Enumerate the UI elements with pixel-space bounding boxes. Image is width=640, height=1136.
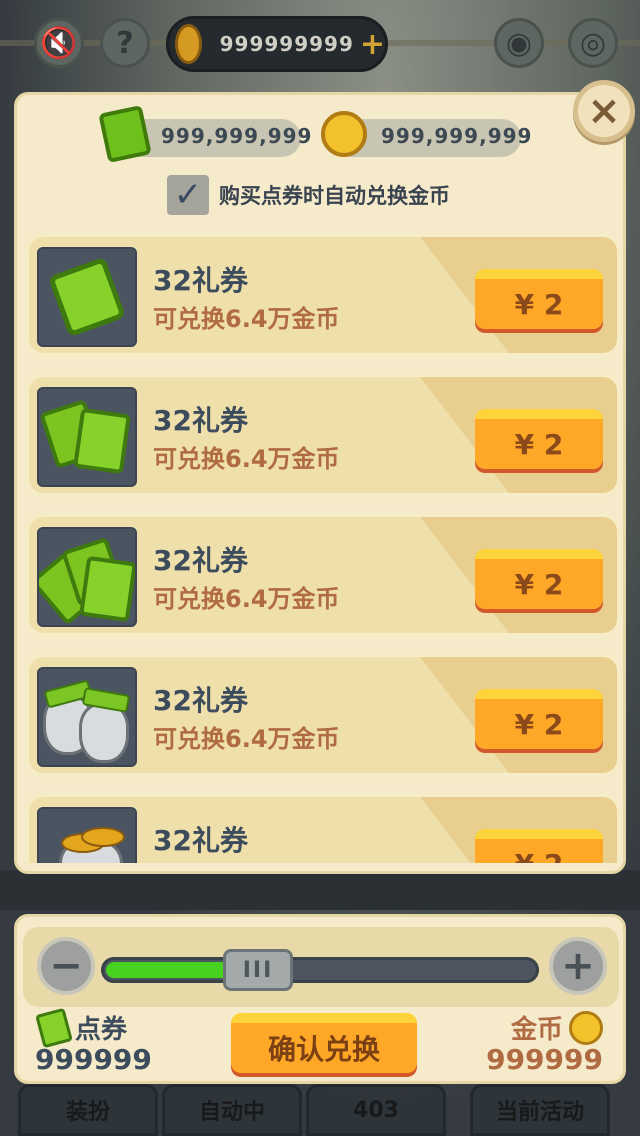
item-title: 32礼券 — [153, 544, 248, 577]
product-list[interactable]: 32礼券 可兑换6.4万金币 ¥ 2 32礼券 可兑换6.4万金币 ¥ 2 32… — [25, 233, 621, 863]
auto-exchange-checkbox[interactable]: ✓ — [167, 175, 209, 215]
settings-button[interactable]: ◎ — [568, 18, 618, 68]
buy-button[interactable]: ¥ 2 — [475, 409, 603, 469]
bottom-tab-4[interactable]: 当前活动 — [470, 1084, 610, 1136]
checkmark-icon: ✓ — [173, 175, 203, 215]
close-button[interactable]: × — [573, 80, 635, 142]
coin-sack-icon — [37, 807, 137, 863]
confirm-exchange-button[interactable]: 确认兑换 — [231, 1013, 417, 1073]
profile-button[interactable]: ◉ — [494, 18, 544, 68]
item-title: 32礼券 — [153, 404, 248, 437]
close-icon: × — [587, 88, 621, 134]
background-strip — [0, 870, 640, 910]
buy-button[interactable]: ¥ 2 — [475, 269, 603, 329]
product-item: 32礼券 可兑换6.4万金币 ¥ 2 — [25, 653, 621, 777]
help-button[interactable]: ? — [100, 18, 150, 68]
money-sacks-icon — [37, 667, 137, 767]
profile-icon: ◉ — [505, 25, 533, 61]
slider-fill — [106, 962, 236, 978]
voucher-amount-value: 999999 — [35, 1043, 152, 1076]
buy-button[interactable]: ¥ 2 — [475, 549, 603, 609]
mute-icon: 🔇 — [40, 25, 78, 61]
exchange-dialog: 999,999,999 999,999,999 ✓ 购买点券时自动兑换金币 32… — [14, 92, 626, 874]
item-description: 可兑换6.4万金币 — [153, 445, 340, 473]
hud-coin-value: 999999999 — [219, 32, 354, 56]
coin-amount-value: 999999 — [486, 1043, 603, 1076]
coin-icon — [321, 111, 367, 157]
voucher-stack-icon — [37, 527, 137, 627]
plus-icon: + — [561, 943, 595, 989]
item-title: 32礼券 — [153, 824, 248, 857]
coin-label: 金币 — [510, 1015, 563, 1045]
product-item: 32礼券 可兑换6.4万金币 ¥ 2 — [25, 233, 621, 357]
decrease-button[interactable]: − — [37, 937, 95, 995]
minus-icon: − — [49, 943, 83, 989]
bottom-tab-3[interactable]: 403 — [306, 1084, 446, 1136]
voucher-balance: 999,999,999 — [98, 104, 311, 164]
voucher-label: 点券 — [75, 1015, 128, 1045]
increase-button[interactable]: + — [549, 937, 607, 995]
bottom-tab-1[interactable]: 装扮 — [18, 1084, 158, 1136]
help-icon: ? — [116, 25, 134, 61]
coin-balance: 999,999,999 — [321, 111, 531, 157]
gear-icon: ◎ — [579, 25, 607, 61]
coin-amount-label: 金币 — [511, 1009, 603, 1046]
item-title: 32礼券 — [153, 264, 248, 297]
buy-button[interactable]: ¥ 2 — [475, 829, 603, 863]
auto-exchange-label: 购买点券时自动兑换金币 — [219, 184, 450, 208]
add-coins-button[interactable]: + — [360, 27, 385, 62]
single-voucher-icon — [37, 247, 137, 347]
coin-balance-value: 999,999,999 — [381, 124, 533, 148]
voucher-icon — [98, 104, 152, 164]
bottom-tab-2[interactable]: 自动中 — [162, 1084, 302, 1136]
item-description: 可兑换6.4万金币 — [153, 585, 340, 613]
product-item: 32礼券 ¥ 2 — [25, 793, 621, 863]
hud-coin-counter: 999999999 + — [166, 16, 388, 72]
product-item: 32礼券 可兑换6.4万金币 ¥ 2 — [25, 513, 621, 637]
voucher-amount-label: 点券 — [35, 1007, 128, 1048]
item-description: 可兑换6.4万金币 — [153, 305, 340, 333]
auto-exchange-option[interactable]: ✓ 购买点券时自动兑换金币 — [167, 175, 450, 215]
handle-grip-icon: III — [242, 957, 274, 983]
exchange-controls: − III + 点券 999999 确认兑换 金币 999999 — [14, 914, 626, 1084]
mute-button[interactable]: 🔇 — [34, 18, 84, 68]
product-item: 32礼券 可兑换6.4万金币 ¥ 2 — [25, 373, 621, 497]
coin-icon — [569, 1010, 603, 1045]
item-title: 32礼券 — [153, 684, 248, 717]
voucher-icon — [35, 1007, 73, 1048]
coin-icon — [175, 24, 202, 64]
slider-handle[interactable]: III — [223, 949, 293, 991]
item-description: 可兑换6.4万金币 — [153, 725, 340, 753]
voucher-balance-value: 999,999,999 — [161, 124, 313, 148]
buy-button[interactable]: ¥ 2 — [475, 689, 603, 749]
amount-slider-track[interactable] — [101, 957, 539, 983]
double-voucher-icon — [37, 387, 137, 487]
